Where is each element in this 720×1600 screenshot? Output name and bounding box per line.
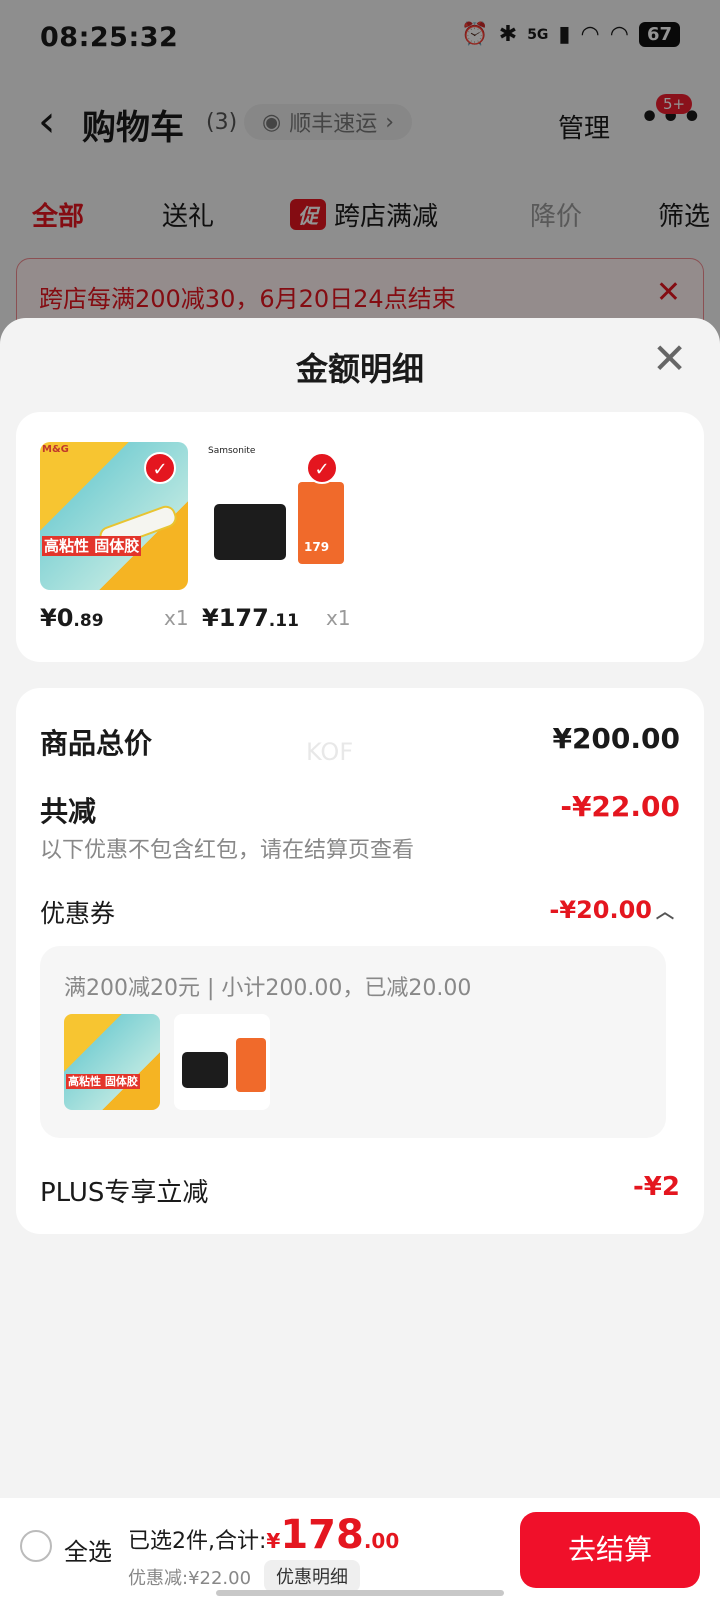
total-decimal: .00	[363, 1529, 400, 1553]
plus-discount-label: PLUS专享立减	[40, 1178, 209, 1208]
total-discount-value: -¥22.00	[560, 790, 680, 823]
total-summary: 已选2件,合计:¥178.00	[128, 1512, 399, 1558]
sheet-title: 金额明细	[295, 350, 424, 388]
check-icon: ✓	[144, 452, 176, 484]
coupon-value: -¥20.00	[549, 896, 652, 924]
subtotal-value: ¥200.00	[552, 722, 680, 755]
price-tag-graphic	[236, 1038, 266, 1092]
checkout-button[interactable]: 去结算	[520, 1512, 700, 1588]
coupon-product-thumb: 高粘性 固体胶	[64, 1014, 160, 1110]
discount-detail-button[interactable]: 优惠明细	[264, 1560, 360, 1592]
tag-price: 179	[304, 540, 330, 554]
product-price: ¥177.11	[202, 604, 299, 632]
total-discount-label: 共减	[40, 795, 97, 828]
checkout-bar: 全选 已选2件,合计:¥178.00 优惠减:¥22.00 优惠明细 去结算	[0, 1498, 720, 1600]
close-icon[interactable]: ✕	[652, 338, 687, 380]
coupon-label: 优惠券	[40, 899, 116, 928]
select-all-label[interactable]: 全选	[64, 1532, 112, 1567]
discount-note: 以下优惠不包含红包，请在结算页查看	[40, 838, 415, 863]
discount-summary: 优惠减:¥22.00	[128, 1568, 252, 1589]
brand-logo: Samsonite	[208, 446, 256, 456]
wallet-graphic	[182, 1052, 228, 1088]
amount-detail-sheet: 金额明细 ✕ M&G 高粘性 固体胶 ✓ ¥0.89 x1 Samsonite …	[0, 318, 720, 1600]
price-detail-card: KOF 商品总价 ¥200.00 共减 -¥22.00 以下优惠不包含红包，请在…	[16, 688, 704, 1234]
product-item[interactable]: Samsonite 179 ✓ ¥177.11 x1	[202, 442, 351, 632]
subtotal-label: 商品总价	[40, 727, 153, 760]
product-image-caption: 高粘性 固体胶	[42, 536, 142, 556]
price-decimal: .89	[73, 611, 104, 631]
check-icon: ✓	[306, 452, 338, 484]
coupon-detail-box: 满200减20元 | 小计200.00，已减20.00 高粘性 固体胶	[40, 946, 666, 1138]
brand-logo: M&G	[42, 444, 69, 455]
product-quantity: x1	[164, 606, 189, 630]
wallet-graphic	[214, 504, 286, 560]
total-integer: 178	[280, 1512, 364, 1558]
total-currency: ¥	[266, 1529, 281, 1553]
plus-discount-value: -¥2	[633, 1172, 680, 1202]
coupon-toggle[interactable]: -¥20.00 ︿	[549, 896, 674, 924]
selected-count-text: 已选2件,合计:	[128, 1529, 267, 1554]
price-integer: ¥0	[40, 604, 74, 632]
coupon-description: 满200减20元 | 小计200.00，已减20.00	[64, 976, 472, 1001]
product-item[interactable]: M&G 高粘性 固体胶 ✓ ¥0.89 x1	[40, 442, 189, 632]
price-decimal: .11	[268, 611, 299, 631]
product-quantity: x1	[326, 606, 351, 630]
select-all-checkbox[interactable]	[20, 1530, 52, 1562]
coupon-product-thumb	[174, 1014, 270, 1110]
product-image: Samsonite 179 ✓	[202, 442, 350, 590]
home-indicator[interactable]	[216, 1590, 504, 1596]
product-price: ¥0.89	[40, 604, 104, 632]
chevron-up-icon: ︿	[656, 902, 674, 923]
product-image: M&G 高粘性 固体胶 ✓	[40, 442, 188, 590]
watermark: KOF	[306, 738, 354, 766]
product-card: M&G 高粘性 固体胶 ✓ ¥0.89 x1 Samsonite 179 ✓ ¥…	[16, 412, 704, 662]
product-image-caption: 高粘性 固体胶	[66, 1074, 140, 1089]
price-integer: ¥177	[202, 604, 269, 632]
